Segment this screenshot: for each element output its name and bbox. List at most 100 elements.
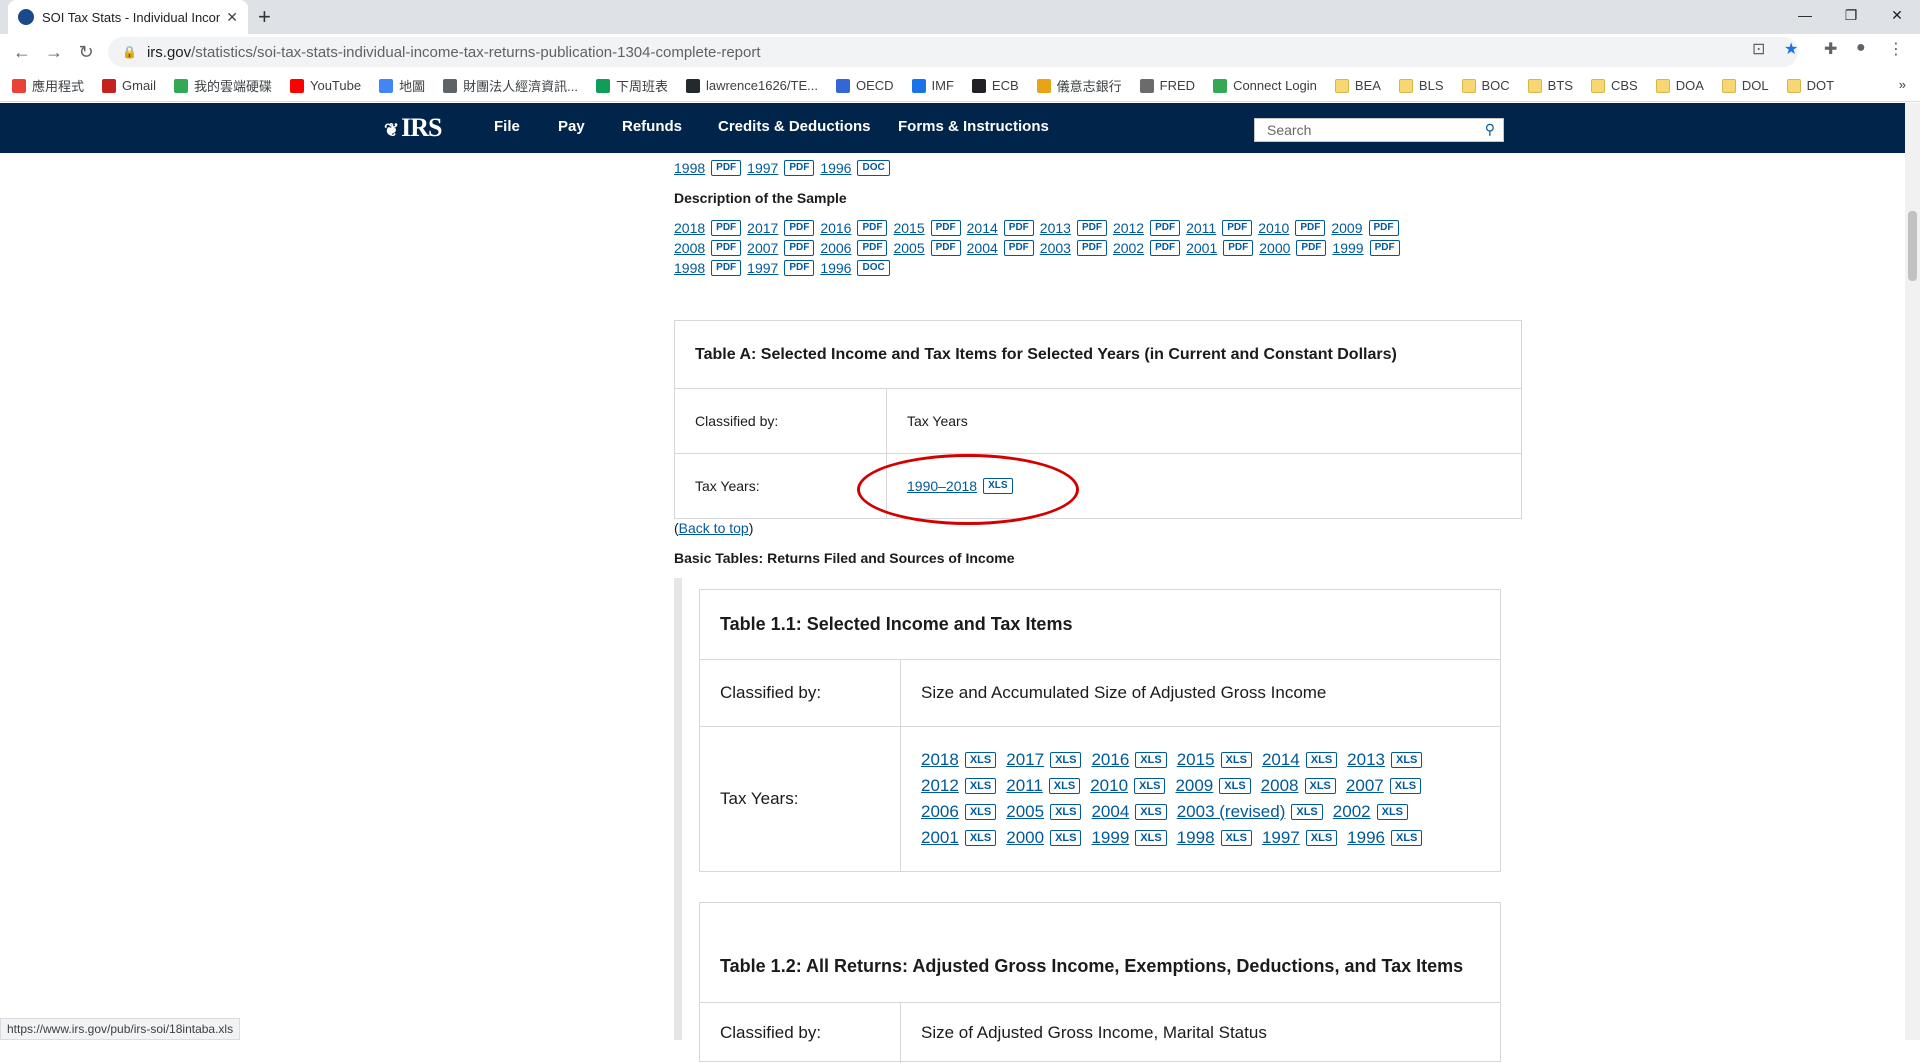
menu-kebab-icon[interactable]: ⋮	[1888, 39, 1904, 59]
bookmark-item[interactable]: BTS	[1527, 78, 1573, 93]
file-badge[interactable]: PDF	[784, 260, 815, 276]
bookmark-item[interactable]: 地圖	[379, 76, 425, 95]
year-link[interactable]: 2009	[1175, 776, 1213, 796]
bookmark-item[interactable]: YouTube	[289, 78, 361, 93]
page-scrollbar[interactable]	[1905, 103, 1920, 1040]
bookmark-star-icon[interactable]: ★	[1784, 39, 1798, 59]
close-tab-icon[interactable]: ✕	[226, 9, 238, 26]
year-link[interactable]: 2016	[1091, 750, 1129, 770]
bookmark-item[interactable]: CBS	[1590, 78, 1638, 93]
xls-badge[interactable]: XLS	[964, 752, 997, 768]
year-link[interactable]: 2015	[1177, 750, 1215, 770]
year-link[interactable]: 2017	[1006, 750, 1044, 770]
file-badge[interactable]: PDF	[930, 240, 961, 256]
scrollbar-thumb[interactable]	[1908, 211, 1917, 281]
xls-badge[interactable]: XLS	[964, 804, 997, 820]
year-link[interactable]: 1997	[747, 260, 778, 276]
file-badge[interactable]: PDF	[1222, 220, 1253, 236]
restore-icon[interactable]: ❐	[1828, 0, 1874, 30]
year-link[interactable]: 2006	[921, 802, 959, 822]
bookmark-item[interactable]: Connect Login	[1213, 78, 1317, 93]
xls-badge[interactable]: XLS	[1050, 804, 1082, 820]
new-tab-icon[interactable]: +	[258, 4, 271, 30]
extensions-icon[interactable]: ✚	[1824, 39, 1837, 59]
bookmark-item[interactable]: 儀意志銀行	[1036, 76, 1122, 95]
year-link[interactable]: 2016	[820, 220, 851, 236]
year-link[interactable]: 2018	[674, 220, 705, 236]
back-icon[interactable]: ←	[10, 40, 34, 64]
translate-icon[interactable]: ⊡	[1752, 39, 1765, 59]
year-link[interactable]: 2015	[893, 220, 924, 236]
file-badge[interactable]: PDF	[711, 240, 742, 256]
year-link[interactable]: 2006	[820, 240, 851, 256]
file-badge[interactable]: PDF	[784, 160, 815, 176]
year-link[interactable]: 2013	[1347, 750, 1385, 770]
year-link[interactable]: 2007	[1346, 776, 1384, 796]
year-link[interactable]: 2002	[1333, 802, 1371, 822]
xls-badge[interactable]: XLS	[1134, 778, 1166, 794]
year-link[interactable]: 2003 (revised)	[1177, 802, 1286, 822]
xls-badge[interactable]: XLS	[1135, 752, 1167, 768]
xls-badge[interactable]: XLS	[964, 778, 997, 794]
file-badge[interactable]: PDF	[1003, 220, 1034, 236]
browser-tab[interactable]: SOI Tax Stats - Individual Incon ✕	[8, 0, 248, 34]
year-link[interactable]: 2005	[893, 240, 924, 256]
year-link[interactable]: 2000	[1259, 240, 1290, 256]
year-link[interactable]: 2002	[1113, 240, 1144, 256]
xls-badge[interactable]: XLS	[1304, 778, 1336, 794]
year-link[interactable]: 2017	[747, 220, 778, 236]
year-link[interactable]: 1996	[1347, 828, 1385, 848]
bookmark-item[interactable]: BOC	[1461, 78, 1510, 93]
year-link[interactable]: 2014	[967, 220, 998, 236]
file-badge[interactable]: PDF	[784, 240, 815, 256]
year-link[interactable]: 2004	[1091, 802, 1129, 822]
year-link[interactable]: 1997	[1262, 828, 1300, 848]
bookmark-item[interactable]: DOT	[1786, 78, 1834, 93]
year-link[interactable]: 1996	[820, 160, 851, 176]
xls-badge[interactable]: XLS	[1376, 804, 1409, 820]
year-link[interactable]: 2003	[1040, 240, 1071, 256]
bookmark-item[interactable]: IMF	[911, 78, 954, 93]
reload-icon[interactable]: ↻	[74, 40, 98, 64]
xls-badge[interactable]: XLS	[964, 830, 997, 846]
year-link[interactable]: 2012	[921, 776, 959, 796]
xls-badge[interactable]: XLS	[1135, 830, 1167, 846]
bookmark-item[interactable]: FRED	[1139, 78, 1195, 93]
year-link[interactable]: 2012	[1113, 220, 1144, 236]
year-link[interactable]: 2007	[747, 240, 778, 256]
year-link[interactable]: 2001	[921, 828, 959, 848]
year-link[interactable]: 1999	[1091, 828, 1129, 848]
close-window-icon[interactable]: ✕	[1874, 0, 1920, 30]
year-link[interactable]: 2013	[1040, 220, 1071, 236]
xls-badge[interactable]: XLS	[1291, 804, 1323, 820]
xls-badge[interactable]: XLS	[1220, 830, 1252, 846]
year-link[interactable]: 2005	[1006, 802, 1044, 822]
year-link[interactable]: 2018	[921, 750, 959, 770]
file-badge[interactable]: PDF	[1076, 220, 1107, 236]
xls-badge[interactable]: XLS	[1391, 830, 1423, 846]
file-badge[interactable]: PDF	[711, 220, 742, 236]
year-link[interactable]: 2004	[967, 240, 998, 256]
bookmarks-more-icon[interactable]: »	[1899, 77, 1906, 92]
bookmark-item[interactable]: BEA	[1334, 78, 1381, 93]
year-link[interactable]: 2010	[1090, 776, 1128, 796]
year-link[interactable]: 2014	[1262, 750, 1300, 770]
address-bar[interactable]: 🔒 irs.gov/statistics/soi-tax-stats-indiv…	[108, 37, 1798, 67]
bookmark-item[interactable]: Gmail	[102, 78, 156, 93]
file-badge[interactable]: PDF	[930, 220, 961, 236]
file-badge[interactable]: PDF	[1223, 240, 1254, 256]
file-badge[interactable]: PDF	[1150, 240, 1181, 256]
nav-file[interactable]: File	[494, 118, 520, 135]
back-to-top-link[interactable]: Back to top	[679, 520, 749, 536]
file-badge[interactable]: DOC	[857, 160, 890, 176]
file-badge[interactable]: PDF	[1003, 240, 1034, 256]
xls-badge[interactable]: XLS	[1389, 778, 1422, 794]
xls-badge[interactable]: XLS	[1220, 752, 1252, 768]
xls-badge[interactable]: XLS	[1219, 778, 1251, 794]
file-badge[interactable]: PDF	[711, 160, 742, 176]
nav-credits-deductions[interactable]: Credits & Deductions	[718, 118, 871, 135]
nav-forms-instructions[interactable]: Forms & Instructions	[898, 118, 1049, 135]
bookmark-item[interactable]: DOA	[1655, 78, 1704, 93]
xls-badge[interactable]: XLS	[1305, 830, 1338, 846]
minimize-icon[interactable]: —	[1782, 0, 1828, 30]
